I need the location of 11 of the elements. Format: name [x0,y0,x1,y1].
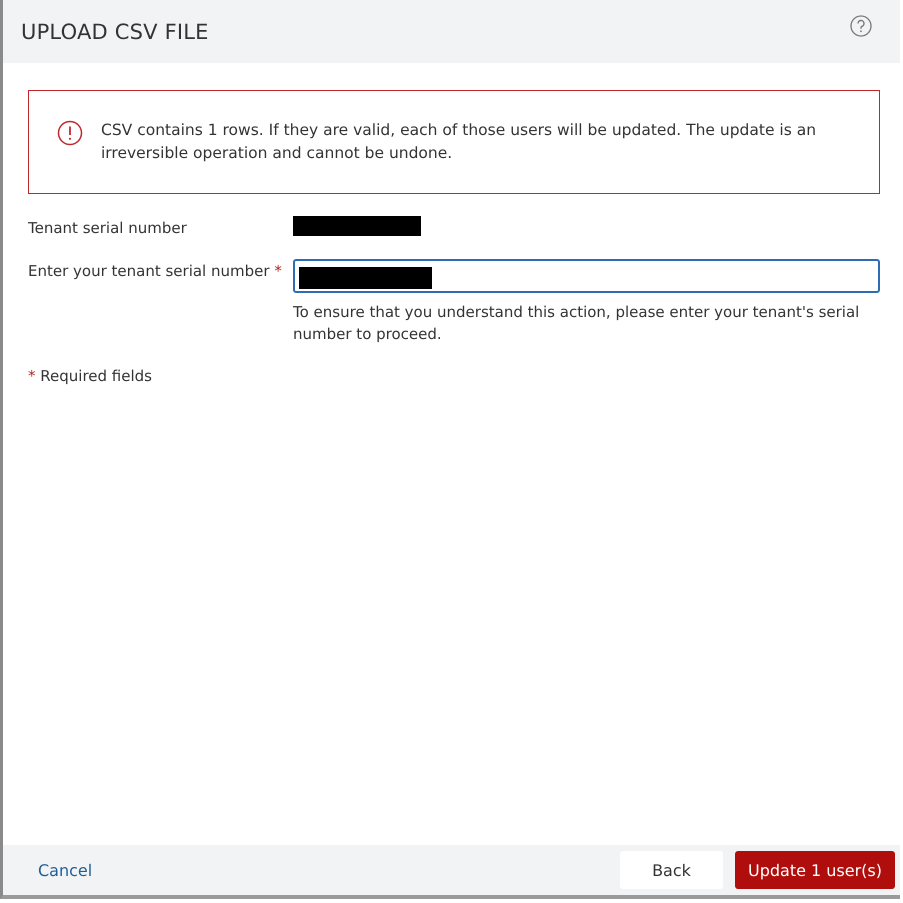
dialog-title: UPLOAD CSV FILE [21,20,209,44]
input-field[interactable] [293,259,880,293]
required-fields-note: * Required fields [28,367,153,385]
field-label: Enter your tenant serial number * [28,261,283,282]
update-button[interactable]: Update 1 user(s) [734,851,895,889]
cancel-link[interactable]: Cancel [38,860,92,880]
alert-message: CSV contains 1 rows. If they are valid, each of those users will be updated. The update is an irreversible operation and cannot be undone. [101,120,818,164]
help-icon[interactable] [850,15,872,37]
back-button[interactable]: Back [620,851,723,889]
field-label: Tenant serial number [28,218,188,237]
field-hint: To ensure that you understand this action, please enter your tenant's serial number to proceed. [293,302,860,345]
